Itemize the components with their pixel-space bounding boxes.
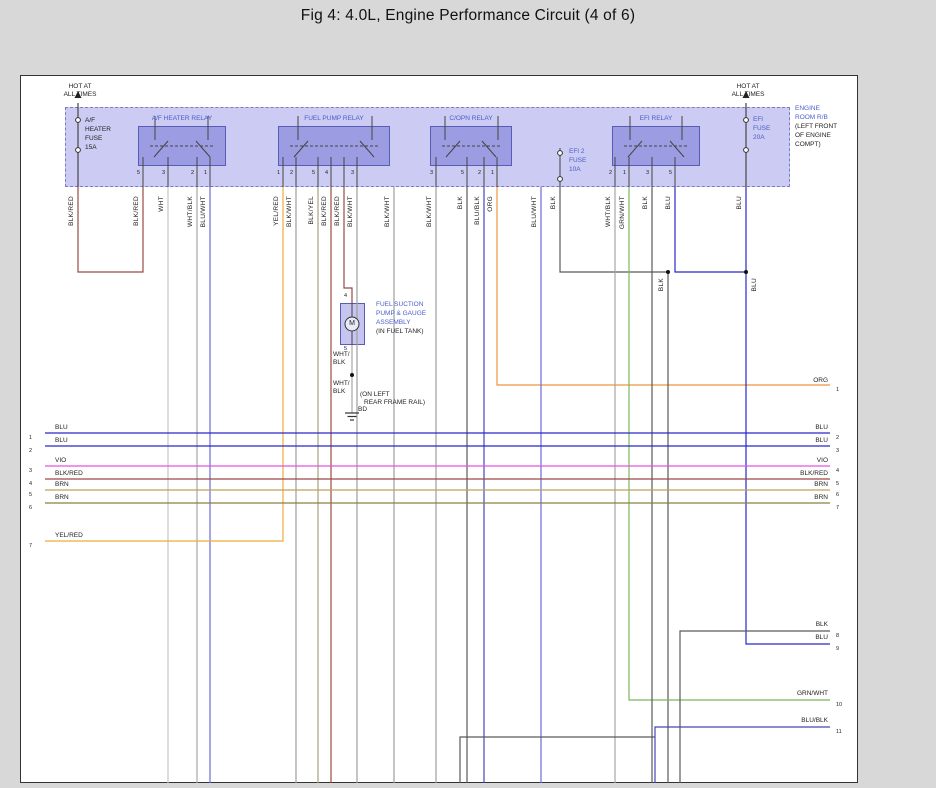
fuse-terminal — [558, 151, 563, 156]
relay-switch-contact — [482, 141, 496, 157]
relay-switch-contact — [196, 141, 210, 157]
junction-dot — [350, 373, 354, 377]
relay-switch-contact — [628, 141, 642, 157]
wire-blu-blk-row11 — [655, 727, 830, 783]
relay-switch-contact — [670, 141, 684, 157]
fuse-terminal — [744, 118, 749, 123]
fuse-terminal — [558, 177, 563, 182]
relay-switch-contact — [446, 141, 460, 157]
wire-grn-wht — [629, 187, 830, 700]
wire-blu-efi — [675, 187, 746, 272]
wire-blk-red-pump — [344, 187, 352, 303]
wire-yel-red — [45, 187, 283, 541]
fuse-terminal — [76, 118, 81, 123]
relay-switch-contact — [360, 141, 374, 157]
junction-dot — [744, 270, 748, 274]
wire-blu-main — [746, 187, 830, 644]
junction-dot — [666, 270, 670, 274]
relay-switch-contact — [154, 141, 168, 157]
power-arrow-icon — [743, 91, 750, 98]
fuse-terminal — [76, 148, 81, 153]
motor-icon — [345, 317, 359, 331]
wire-blk-red-u — [78, 187, 143, 272]
relay-switch-contact — [294, 141, 308, 157]
wire-bottom-branch — [460, 737, 655, 783]
wiring-layer — [0, 0, 936, 788]
wire-org — [497, 187, 830, 385]
wire-blk-row8 — [680, 631, 830, 783]
fuse-terminal — [744, 148, 749, 153]
power-arrow-icon — [75, 91, 82, 98]
